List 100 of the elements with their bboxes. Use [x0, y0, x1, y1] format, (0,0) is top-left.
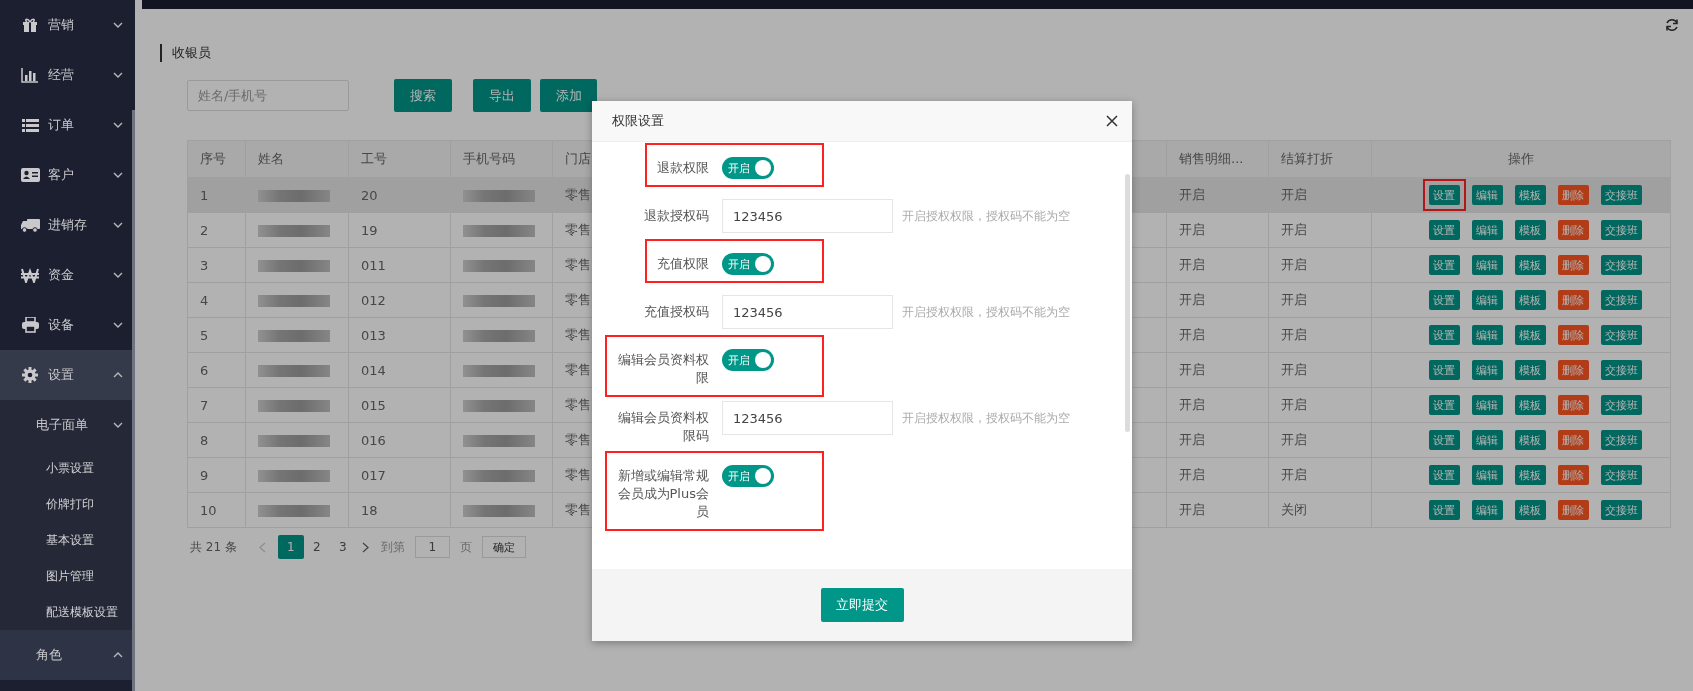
delete-button[interactable]: 删除 — [1557, 430, 1589, 450]
action-button[interactable]: 交接班 — [1600, 465, 1642, 485]
page-input[interactable]: 1 — [414, 536, 450, 558]
delete-button[interactable]: 删除 — [1557, 395, 1589, 415]
action-button[interactable]: 设置 — [1428, 325, 1460, 345]
input-field[interactable]: 123456 — [722, 401, 893, 435]
action-button[interactable]: 模板 — [1514, 325, 1546, 345]
toggle-switch[interactable]: 开启 — [722, 157, 774, 179]
action-button[interactable]: 交接班 — [1600, 430, 1642, 450]
table-cell: 015 — [361, 397, 386, 413]
input-field[interactable]: 123456 — [722, 199, 893, 233]
sidebar-item[interactable]: 图片管理 — [0, 558, 135, 594]
field-label: 新增或编辑常规会员成为Plus会员 — [617, 468, 709, 519]
page-button[interactable]: 2 — [303, 535, 330, 559]
delete-button[interactable]: 删除 — [1557, 325, 1589, 345]
sidebar-item[interactable]: 经营 — [0, 50, 135, 100]
delete-button[interactable]: 删除 — [1557, 220, 1589, 240]
action-button[interactable]: 模板 — [1514, 395, 1546, 415]
action-button[interactable]: 交接班 — [1600, 500, 1642, 520]
action-button[interactable]: 编辑 — [1471, 395, 1503, 415]
redacted-block — [258, 435, 330, 447]
action-button[interactable]: 设置 — [1428, 290, 1460, 310]
action-button[interactable]: 模板 — [1514, 220, 1546, 240]
toggle-switch[interactable]: 开启 — [722, 465, 774, 487]
next-page-icon[interactable] — [361, 541, 369, 553]
action-button[interactable]: 模板 — [1514, 465, 1546, 485]
toolbar-button[interactable]: 搜索 — [394, 79, 452, 112]
action-button[interactable]: 模板 — [1514, 255, 1546, 275]
table-cell: 零售 — [565, 502, 591, 517]
scrollbar-thumb[interactable] — [132, 110, 135, 691]
redacted-block — [258, 400, 330, 412]
action-button[interactable]: 编辑 — [1471, 500, 1503, 520]
sidebar-item[interactable]: 基本设置 — [0, 522, 135, 558]
action-button[interactable]: 交接班 — [1600, 290, 1642, 310]
action-button[interactable]: 交接班 — [1600, 220, 1642, 240]
printer-icon — [21, 317, 39, 333]
chevron-icon — [113, 422, 123, 428]
action-button[interactable]: 编辑 — [1471, 325, 1503, 345]
total-count: 共 21 条 — [190, 538, 237, 556]
page-button[interactable]: 1 — [277, 535, 304, 559]
action-button[interactable]: 编辑 — [1471, 360, 1503, 380]
table-cell: 开启 — [1281, 397, 1307, 412]
delete-button[interactable]: 删除 — [1557, 255, 1589, 275]
scrollbar-thumb[interactable] — [1125, 174, 1130, 432]
sidebar-item[interactable]: 配送模板设置 — [0, 594, 135, 630]
action-button[interactable]: 设置 — [1428, 360, 1460, 380]
action-button[interactable]: 交接班 — [1600, 360, 1642, 380]
sidebar-item[interactable]: 价牌打印 — [0, 486, 135, 522]
action-button[interactable]: 编辑 — [1471, 220, 1503, 240]
delete-button[interactable]: 删除 — [1557, 185, 1589, 205]
sidebar-item[interactable]: 角色 — [0, 630, 135, 680]
action-button[interactable]: 模板 — [1514, 430, 1546, 450]
input-field[interactable]: 123456 — [722, 295, 893, 329]
action-button[interactable]: 编辑 — [1471, 185, 1503, 205]
sidebar-item[interactable]: 营销 — [0, 0, 135, 50]
page-button[interactable]: 3 — [329, 535, 356, 559]
action-button[interactable]: 编辑 — [1471, 255, 1503, 275]
toggle-switch[interactable]: 开启 — [722, 349, 774, 371]
delete-button[interactable]: 删除 — [1557, 500, 1589, 520]
close-icon[interactable] — [1106, 115, 1118, 127]
delete-button[interactable]: 删除 — [1557, 290, 1589, 310]
action-button[interactable]: 交接班 — [1600, 395, 1642, 415]
action-button[interactable]: 交接班 — [1600, 185, 1642, 205]
action-button[interactable]: 编辑 — [1471, 465, 1503, 485]
action-button[interactable]: 交接班 — [1600, 255, 1642, 275]
sidebar-item[interactable]: 电子面单 — [0, 400, 135, 450]
toggle-switch[interactable]: 开启 — [722, 253, 774, 275]
sidebar-item[interactable]: 客户 — [0, 150, 135, 200]
table-cell: 开启 — [1179, 397, 1205, 412]
table-cell: 开启 — [1281, 432, 1307, 447]
action-button[interactable]: 模板 — [1514, 290, 1546, 310]
toolbar-button[interactable]: 导出 — [473, 79, 531, 112]
toolbar-button[interactable]: 添加 — [540, 79, 597, 112]
action-button[interactable]: 编辑 — [1471, 430, 1503, 450]
sidebar-item[interactable]: 设置 — [0, 350, 135, 400]
action-button[interactable]: 设置 — [1428, 220, 1460, 240]
delete-button[interactable]: 删除 — [1557, 360, 1589, 380]
action-button[interactable]: 设置 — [1428, 430, 1460, 450]
sidebar-item[interactable]: 进销存 — [0, 200, 135, 250]
delete-button[interactable]: 删除 — [1557, 465, 1589, 485]
action-button[interactable]: 模板 — [1514, 185, 1546, 205]
search-field[interactable]: 姓名/手机号 — [187, 80, 349, 111]
refresh-icon[interactable] — [1665, 17, 1679, 32]
action-button[interactable]: 设置 — [1428, 395, 1460, 415]
action-button[interactable]: 设置 — [1428, 465, 1460, 485]
sidebar-item[interactable]: 订单 — [0, 100, 135, 150]
action-button[interactable]: 交接班 — [1600, 325, 1642, 345]
action-button[interactable]: 模板 — [1514, 500, 1546, 520]
action-button[interactable]: 模板 — [1514, 360, 1546, 380]
table-cell: 016 — [361, 432, 386, 448]
submit-button[interactable]: 立即提交 — [820, 588, 904, 622]
action-button[interactable]: 设置 — [1428, 185, 1460, 205]
table-cell: 开启 — [1179, 362, 1205, 377]
sidebar-item[interactable]: 小票设置 — [0, 450, 135, 486]
action-button[interactable]: 设置 — [1428, 500, 1460, 520]
sidebar-item[interactable]: 资金 — [0, 250, 135, 300]
sidebar-item[interactable]: 设备 — [0, 300, 135, 350]
action-button[interactable]: 编辑 — [1471, 290, 1503, 310]
action-button[interactable]: 设置 — [1428, 255, 1460, 275]
confirm-button[interactable]: 确定 — [481, 536, 526, 558]
